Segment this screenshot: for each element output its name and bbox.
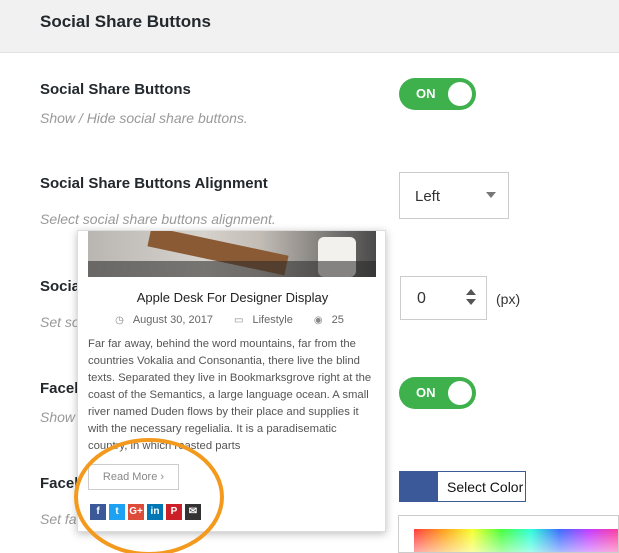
- row4-desc: Show: [40, 409, 76, 425]
- facebook-toggle[interactable]: ON: [399, 377, 476, 409]
- twitter-icon[interactable]: t: [109, 504, 125, 520]
- share-buttons-desc: Show / Hide social share buttons.: [40, 110, 248, 126]
- preview-card: Apple Desk For Designer Display ◷ August …: [77, 230, 386, 532]
- alignment-select[interactable]: Left: [399, 172, 509, 219]
- share-buttons-title: Social Share Buttons: [40, 81, 191, 98]
- select-color-label: Select Color: [447, 479, 524, 495]
- select-color-button[interactable]: Select Color: [399, 471, 526, 502]
- read-more-button[interactable]: Read More ›: [88, 464, 179, 490]
- post-date: August 30, 2017: [132, 314, 213, 326]
- post-category[interactable]: Lifestyle: [252, 314, 292, 326]
- post-title[interactable]: Apple Desk For Designer Display: [78, 290, 385, 305]
- toggle-label: ON: [416, 86, 436, 101]
- pinterest-icon[interactable]: P: [166, 504, 182, 520]
- toggle-label: ON: [416, 385, 436, 400]
- size-number-input[interactable]: 0: [400, 276, 487, 320]
- spinner-up-icon[interactable]: [466, 289, 476, 295]
- post-thumbnail: [88, 231, 376, 277]
- chevron-down-icon: [486, 192, 496, 198]
- alignment-desc: Select social share buttons alignment.: [40, 211, 276, 227]
- row3-title: Socia: [40, 278, 81, 295]
- color-spectrum[interactable]: [414, 529, 618, 552]
- unit-label: (px): [496, 291, 521, 307]
- row3-desc: Set so: [40, 314, 80, 330]
- folder-icon: ▭: [234, 315, 244, 326]
- share-buttons-toggle[interactable]: ON: [399, 78, 476, 110]
- clock-icon: ◷: [115, 315, 124, 326]
- toggle-knob: [448, 82, 472, 106]
- alignment-value: Left: [415, 188, 441, 205]
- section-header: Social Share Buttons: [0, 0, 619, 53]
- eye-icon: ◉: [313, 315, 323, 326]
- spinner-icon[interactable]: [466, 289, 476, 309]
- facebook-icon[interactable]: f: [90, 504, 106, 520]
- post-views: 25: [331, 314, 344, 326]
- spinner-down-icon[interactable]: [466, 299, 476, 305]
- size-value: 0: [417, 290, 426, 307]
- post-excerpt: Far far away, behind the word mountains,…: [88, 338, 372, 452]
- toggle-knob: [448, 381, 472, 405]
- post-meta: ◷ August 30, 2017 ▭ Lifestyle ◉ 25: [78, 314, 385, 326]
- section-title: Social Share Buttons: [40, 12, 211, 31]
- linkedin-icon[interactable]: in: [147, 504, 163, 520]
- color-swatch: [400, 472, 438, 501]
- row5-desc: Set fa: [40, 511, 77, 527]
- google-plus-icon[interactable]: G+: [128, 504, 144, 520]
- share-icons-row: f t G+ in P ✉: [90, 504, 204, 520]
- alignment-title: Social Share Buttons Alignment: [40, 175, 268, 192]
- email-icon[interactable]: ✉: [185, 504, 201, 520]
- color-picker-panel[interactable]: [398, 515, 619, 553]
